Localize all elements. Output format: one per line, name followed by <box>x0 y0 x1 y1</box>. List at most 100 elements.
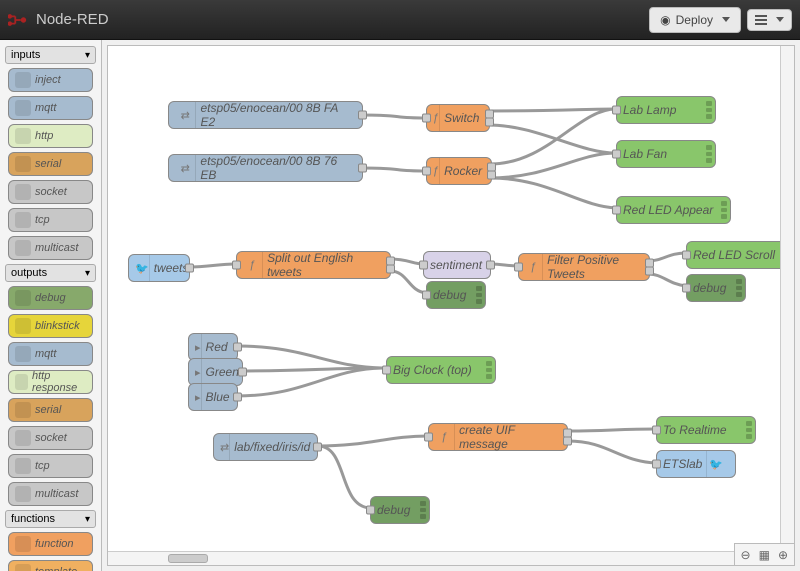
node-inject-blue[interactable]: ▸ Blue <box>188 383 238 411</box>
palette-node-template[interactable]: template <box>8 560 93 571</box>
zoom-in-icon[interactable]: ⊕ <box>778 548 788 562</box>
node-label: Lab Fan <box>623 147 667 161</box>
chevron-down-icon <box>722 17 730 22</box>
node-function-filter[interactable]: ƒ Filter Positive Tweets <box>518 253 650 281</box>
node-debug[interactable]: debug <box>370 496 430 524</box>
twitter-icon: 🐦 <box>135 255 150 281</box>
palette-node-socket[interactable]: socket <box>8 426 93 450</box>
palette-sidebar[interactable]: inputs▾ inject mqtt http serial socket tcp mult… <box>0 40 102 571</box>
node-twitter-out[interactable]: ETSlab 🐦 <box>656 450 736 478</box>
node-output-realtime[interactable]: To Realtime <box>656 416 756 444</box>
palette-node-mqtt[interactable]: mqtt <box>8 342 93 366</box>
node-label: Switch <box>444 111 479 125</box>
palette-node-mqtt[interactable]: mqtt <box>8 96 93 120</box>
port-out[interactable] <box>358 111 367 120</box>
node-twitter-in[interactable]: 🐦 tweets <box>128 254 190 282</box>
port-out[interactable] <box>238 368 247 377</box>
node-function-rocker[interactable]: ƒ Rocker <box>426 157 492 185</box>
palette-node-serial[interactable]: serial <box>8 152 93 176</box>
mqtt-icon: ⇄ <box>220 434 230 460</box>
port-in[interactable] <box>422 167 431 176</box>
port-in[interactable] <box>422 114 431 123</box>
node-output-labfan[interactable]: Lab Fan <box>616 140 716 168</box>
inject-icon: ▸ <box>195 334 202 360</box>
node-type-icon <box>15 346 31 362</box>
port-in[interactable] <box>652 426 661 435</box>
palette-node-function[interactable]: function <box>8 532 93 556</box>
palette-node-label: inject <box>35 74 61 86</box>
vertical-scrollbar[interactable] <box>780 46 794 551</box>
port-in[interactable] <box>382 366 391 375</box>
node-output-bigclock[interactable]: Big Clock (top) <box>386 356 496 384</box>
palette-node-label: http <box>35 130 53 142</box>
palette-node-tcp[interactable]: tcp <box>8 454 93 478</box>
node-type-icon <box>15 290 31 306</box>
port-out[interactable] <box>358 164 367 173</box>
palette-node-multicast[interactable]: multicast <box>8 482 93 506</box>
node-label: Red <box>206 340 228 354</box>
node-mqtt-in[interactable]: ⇄ etsp05/enocean/00 8B 76 EB <box>168 154 363 182</box>
menu-button[interactable] <box>747 9 792 31</box>
palette-node-http-response[interactable]: http response <box>8 370 93 394</box>
palette-node-label: serial <box>35 404 61 416</box>
palette-node-socket[interactable]: socket <box>8 180 93 204</box>
node-inject-green[interactable]: ▸ Green <box>188 358 243 386</box>
port-in[interactable] <box>682 251 691 260</box>
port-in[interactable] <box>652 460 661 469</box>
palette-category-functions[interactable]: functions▾ <box>5 510 96 528</box>
port-out[interactable] <box>386 264 395 273</box>
port-in[interactable] <box>232 261 241 270</box>
port-out[interactable] <box>313 443 322 452</box>
deploy-button[interactable]: ◉ Deploy <box>649 7 741 33</box>
node-function-split[interactable]: ƒ Split out English tweets <box>236 251 391 279</box>
workspace[interactable]: ⇄ etsp05/enocean/00 8B FA E2 ƒ Switch ⇄ … <box>107 45 795 566</box>
node-label: debug <box>377 503 410 517</box>
horizontal-scrollbar[interactable] <box>108 551 734 565</box>
port-in[interactable] <box>682 284 691 293</box>
port-out[interactable] <box>233 343 242 352</box>
palette-node-multicast[interactable]: multicast <box>8 236 93 260</box>
port-in[interactable] <box>612 150 621 159</box>
port-out[interactable] <box>185 264 194 273</box>
port-in[interactable] <box>419 261 428 270</box>
node-label: Green <box>206 365 239 379</box>
node-output-redled[interactable]: Red LED Appear <box>616 196 731 224</box>
port-out[interactable] <box>485 117 494 126</box>
port-in[interactable] <box>514 263 523 272</box>
node-label: Lab Lamp <box>623 103 676 117</box>
palette-category-inputs[interactable]: inputs▾ <box>5 46 96 64</box>
node-debug[interactable]: debug <box>686 274 746 302</box>
node-type-icon <box>15 374 28 390</box>
palette-node-http[interactable]: http <box>8 124 93 148</box>
port-in[interactable] <box>612 106 621 115</box>
node-label: Split out English tweets <box>267 251 380 279</box>
port-in[interactable] <box>424 433 433 442</box>
port-out[interactable] <box>487 170 496 179</box>
palette-node-inject[interactable]: inject <box>8 68 93 92</box>
zoom-out-icon[interactable]: ⊖ <box>741 548 751 562</box>
port-out[interactable] <box>233 393 242 402</box>
palette-category-outputs[interactable]: outputs▾ <box>5 264 96 282</box>
node-mqtt-in-iris[interactable]: ⇄ lab/fixed/iris/id <box>213 433 318 461</box>
node-inject-red[interactable]: ▸ Red <box>188 333 238 361</box>
port-out[interactable] <box>563 436 572 445</box>
node-debug[interactable]: debug <box>426 281 486 309</box>
zoom-grid-icon[interactable]: ▦ <box>759 548 770 562</box>
port-out[interactable] <box>645 266 654 275</box>
node-mqtt-in[interactable]: ⇄ etsp05/enocean/00 8B FA E2 <box>168 101 363 129</box>
palette-node-blinkstick[interactable]: blinkstick <box>8 314 93 338</box>
palette-node-label: mqtt <box>35 102 56 114</box>
palette-node-label: function <box>35 538 74 550</box>
node-output-lablamp[interactable]: Lab Lamp <box>616 96 716 124</box>
port-in[interactable] <box>422 291 431 300</box>
port-in[interactable] <box>612 206 621 215</box>
palette-node-serial[interactable]: serial <box>8 398 93 422</box>
node-function-uif[interactable]: ƒ create UIF message <box>428 423 568 451</box>
node-output-redscroll[interactable]: Red LED Scroll <box>686 241 791 269</box>
port-in[interactable] <box>366 506 375 515</box>
node-function-switch[interactable]: ƒ Switch <box>426 104 490 132</box>
palette-node-tcp[interactable]: tcp <box>8 208 93 232</box>
port-out[interactable] <box>486 261 495 270</box>
palette-node-debug[interactable]: debug <box>8 286 93 310</box>
node-sentiment[interactable]: sentiment <box>423 251 491 279</box>
